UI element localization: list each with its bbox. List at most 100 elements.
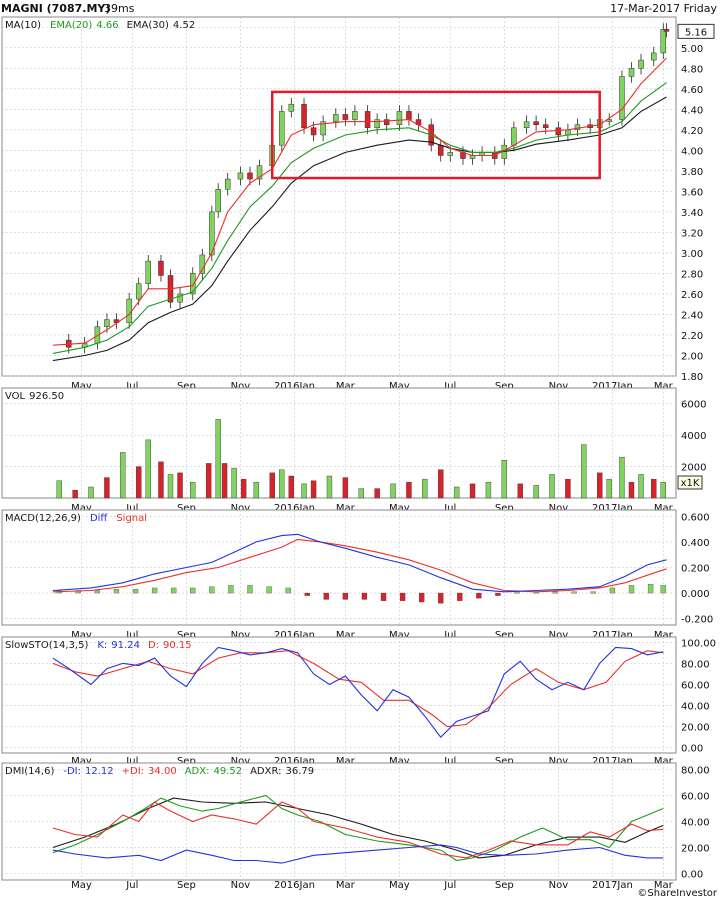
slowsto-ytick-label: 40.00 bbox=[681, 702, 710, 713]
price-ytick-label: 2.00 bbox=[681, 351, 703, 362]
price-ytick-label: 4.00 bbox=[681, 146, 703, 157]
candle-body bbox=[374, 119, 380, 129]
macd-hist-bar bbox=[266, 586, 272, 594]
volume-bar bbox=[533, 485, 539, 499]
timing-label: 39ms bbox=[104, 2, 135, 15]
volume-panel: 200040006000May Jul Sep Nov 2016Jan Mar May Jul… bbox=[1, 387, 706, 514]
dmi-xtick-label: Jul bbox=[443, 880, 456, 891]
macd-ytick-label: 0.200 bbox=[681, 564, 710, 575]
volume-bar bbox=[288, 475, 295, 499]
macd-hist-bar bbox=[132, 589, 139, 594]
candle-body bbox=[158, 260, 164, 276]
price-ytick-label: 3.00 bbox=[681, 249, 703, 260]
macd-legend-label: Diff bbox=[90, 513, 108, 524]
slowsto-panel: 0.0020.0040.0060.0080.00100.00May Jul Sep N… bbox=[1, 636, 716, 767]
candle-body bbox=[333, 114, 339, 122]
macd-hist-bar bbox=[628, 585, 635, 594]
macd-hist-bar bbox=[361, 592, 368, 600]
candle-body bbox=[511, 127, 517, 146]
volume-bar bbox=[205, 463, 212, 499]
dmi-xtick-label: May bbox=[389, 880, 410, 891]
candle-body bbox=[533, 121, 539, 125]
price-ytick-label: 4.40 bbox=[681, 105, 703, 116]
price-ytick-label: 3.20 bbox=[681, 228, 703, 239]
candle-body bbox=[555, 127, 562, 136]
price-ytick-label: 2.40 bbox=[681, 310, 703, 321]
volume-bar bbox=[72, 489, 78, 499]
dmi-ytick-label: 60.00 bbox=[681, 792, 710, 803]
macd-hist-bar bbox=[419, 592, 425, 603]
candle-body bbox=[396, 111, 403, 125]
candle-body bbox=[288, 103, 295, 112]
macd-hist-bar bbox=[495, 592, 501, 596]
volume-bar bbox=[104, 477, 110, 499]
candle-body bbox=[301, 103, 307, 129]
volume-bar bbox=[279, 469, 285, 499]
price-ytick-label: 3.60 bbox=[681, 187, 703, 198]
volume-bar bbox=[565, 478, 571, 499]
volume-bar bbox=[269, 472, 275, 499]
slowsto-frame bbox=[1, 636, 677, 754]
price-ytick-label: 2.60 bbox=[681, 290, 703, 301]
candle-body bbox=[215, 189, 221, 213]
macd-legend-label: MACD(12,26,9) bbox=[5, 513, 81, 524]
dmi-xtick-label: Jul bbox=[125, 880, 138, 891]
candle-body bbox=[352, 111, 358, 120]
volume-bar bbox=[231, 467, 237, 499]
dmi-xtick-label: Sep bbox=[495, 880, 514, 891]
volume-bar bbox=[215, 419, 221, 499]
candle-body bbox=[660, 29, 667, 54]
macd-ytick-label: -0.200 bbox=[681, 615, 713, 626]
macd-hist-bar bbox=[228, 585, 234, 594]
volume-bar bbox=[342, 477, 349, 499]
price-ytick-label: 3.40 bbox=[681, 208, 703, 219]
candle-body bbox=[247, 172, 253, 180]
volume-bar bbox=[517, 483, 523, 499]
volume-bar bbox=[390, 483, 396, 499]
date-label: 17-Mar-2017 Friday bbox=[610, 2, 717, 15]
slowsto-ytick-label: 0.00 bbox=[681, 744, 703, 755]
macd-ytick-label: 0.600 bbox=[681, 512, 710, 523]
price-legend-label: EMA(30) bbox=[127, 20, 169, 31]
candle-body bbox=[224, 178, 231, 190]
candle-body bbox=[342, 114, 349, 120]
dmi-legend-value: 36.79 bbox=[286, 766, 315, 777]
price-ytick-label: 3.80 bbox=[681, 167, 703, 178]
macd-hist-bar bbox=[304, 592, 310, 596]
volume-bar bbox=[469, 483, 476, 499]
volume-bar bbox=[136, 466, 142, 499]
candle-body bbox=[237, 172, 244, 180]
volume-bar bbox=[501, 460, 508, 499]
volume-bar bbox=[638, 474, 644, 499]
macd-panel: -0.2000.0000.2000.4000.600May Jul Sep Nov 20… bbox=[1, 509, 713, 641]
candle-body bbox=[565, 129, 571, 136]
volume-bar bbox=[422, 478, 428, 499]
dmi-legend-label: -DI: bbox=[63, 766, 81, 777]
volume-bar bbox=[221, 463, 228, 499]
macd-hist-bar bbox=[552, 591, 558, 594]
price-ytick-label: 4.60 bbox=[681, 85, 703, 96]
price-ytick-label: 2.80 bbox=[681, 269, 703, 280]
macd-hist-bar bbox=[94, 590, 101, 594]
dmi-legend-label: DMI(14,6) bbox=[5, 766, 54, 777]
volume-bar bbox=[253, 482, 260, 499]
macd-hist-bar bbox=[514, 591, 520, 594]
macd-hist-bar bbox=[590, 591, 596, 594]
dmi-legend-label: ADXR: bbox=[250, 766, 281, 777]
volume-bar bbox=[549, 474, 555, 499]
price-legend-value: 4.52 bbox=[173, 20, 195, 31]
price-ytick-label: 4.20 bbox=[681, 126, 703, 137]
volume-bar bbox=[56, 480, 62, 499]
volume-bar bbox=[406, 482, 412, 499]
volume-bar bbox=[660, 482, 666, 499]
candle-body bbox=[310, 127, 317, 136]
dmi-panel: 0.00 20.00 40.00 60.00 80.00 May Jul Sep Nov 2016… bbox=[1, 762, 710, 891]
volume-bar bbox=[374, 488, 380, 499]
dmi-xtick-label: 2016Jan bbox=[274, 880, 315, 891]
dmi-legend-label: ADX: bbox=[185, 766, 210, 777]
dmi-xtick-label: Nov bbox=[231, 880, 251, 891]
price-legend-label: MA(10) bbox=[5, 20, 41, 31]
dmi-ytick-label: 40.00 bbox=[681, 818, 710, 829]
candle-body bbox=[628, 68, 635, 77]
volume-bar bbox=[167, 474, 174, 499]
